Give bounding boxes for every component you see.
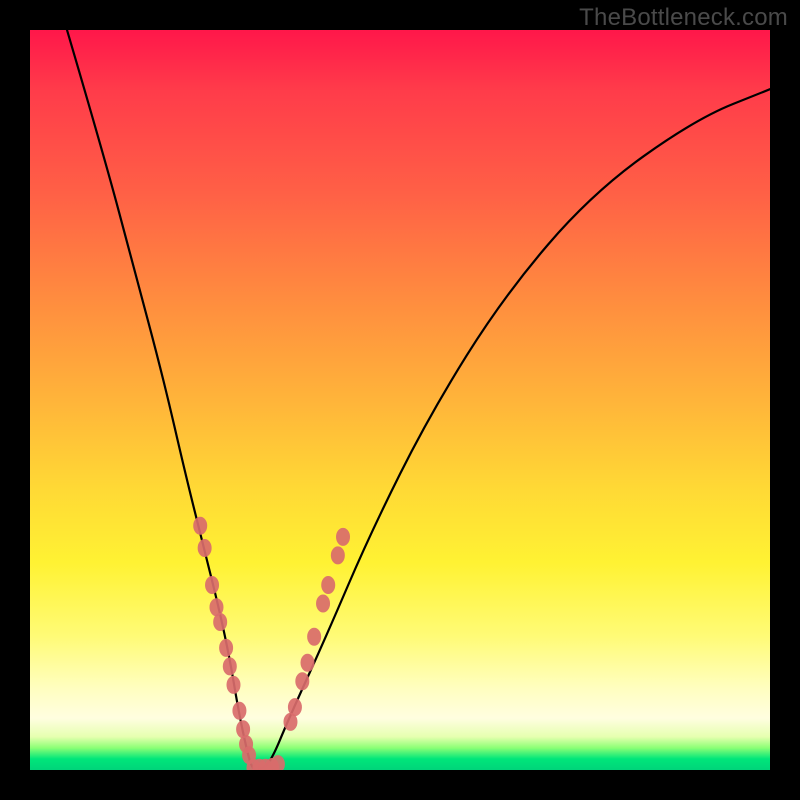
curve-dot <box>239 735 253 753</box>
curve-dot <box>246 759 260 770</box>
curve-dot <box>301 654 315 672</box>
curve-markers <box>193 517 350 770</box>
curve-dot <box>227 676 241 694</box>
chart-frame: TheBottleneck.com <box>0 0 800 800</box>
curve-dot <box>242 746 256 764</box>
curve-dot <box>198 539 212 557</box>
curve-dot <box>236 720 250 738</box>
curve-dot <box>336 528 350 546</box>
curve-dot <box>321 576 335 594</box>
curve-dot <box>331 546 345 564</box>
curve-svg <box>30 30 770 770</box>
curve-dot <box>283 713 297 731</box>
curve-dot <box>288 698 302 716</box>
curve-dot <box>307 628 321 646</box>
watermark-label: TheBottleneck.com <box>579 4 788 32</box>
curve-dot <box>209 598 223 616</box>
curve-dot <box>193 517 207 535</box>
bottleneck-curve <box>67 30 770 770</box>
curve-dot <box>219 639 233 657</box>
curve-dot <box>232 702 246 720</box>
curve-dot <box>295 672 309 690</box>
curve-dot <box>213 613 227 631</box>
plot-area <box>30 30 770 770</box>
curve-dot <box>258 759 272 770</box>
curve-dot <box>223 657 237 675</box>
curve-dot <box>316 595 330 613</box>
curve-dot <box>205 576 219 594</box>
curve-dot <box>271 755 285 770</box>
curve-dot <box>252 759 266 770</box>
curve-dot <box>265 758 279 770</box>
